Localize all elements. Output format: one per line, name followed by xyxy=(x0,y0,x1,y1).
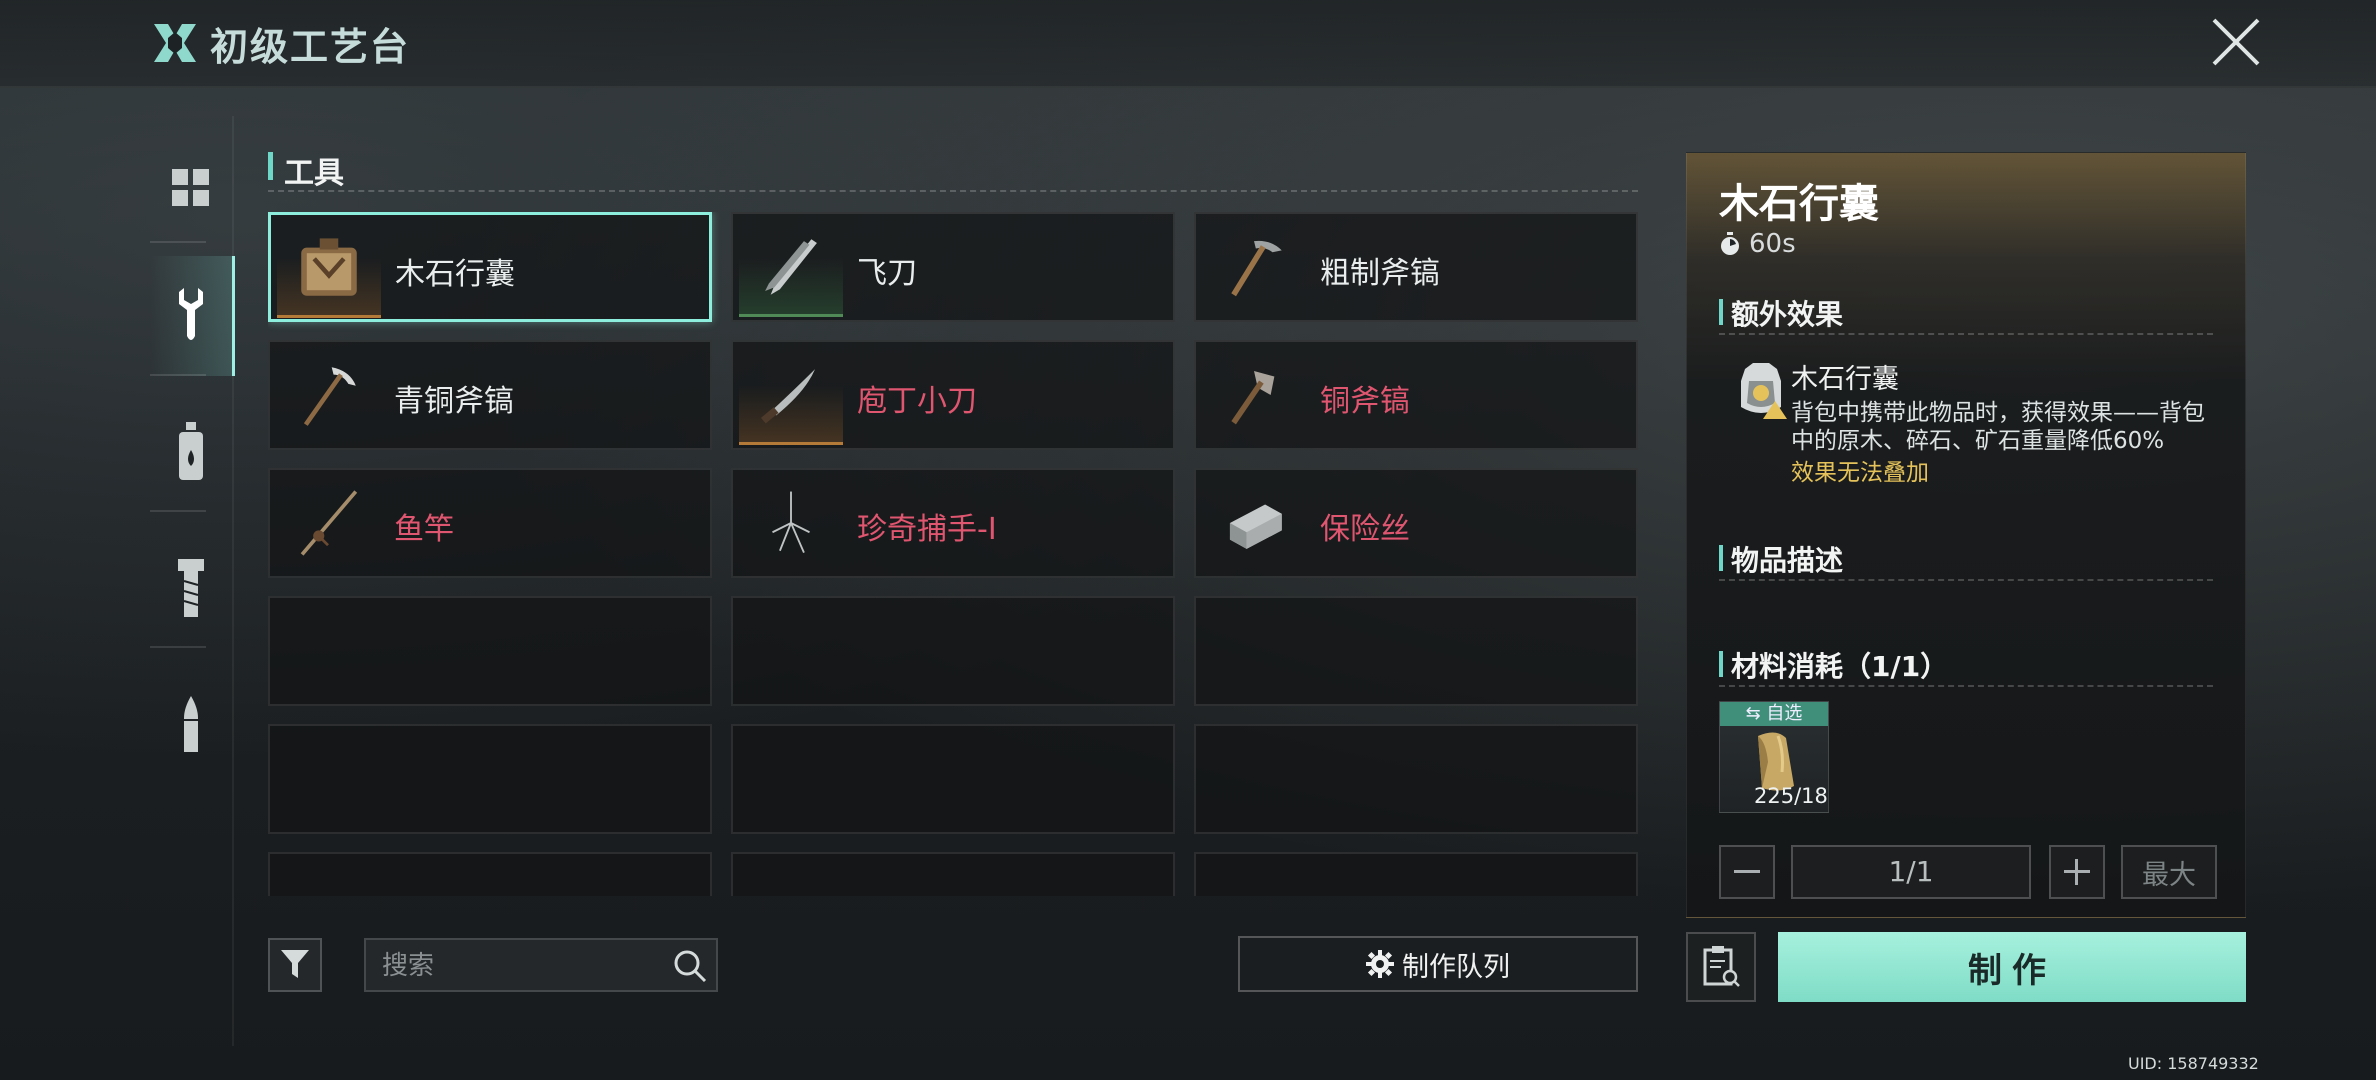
extra-effect-header: 额外效果 xyxy=(1719,293,2213,335)
user-id: UID: 158749332 xyxy=(2128,1054,2259,1073)
grid-icon xyxy=(172,169,209,206)
craft-time: 60s xyxy=(1719,229,1796,259)
stopwatch-icon xyxy=(1721,232,1739,255)
recipe-info-button[interactable] xyxy=(1686,932,1756,1002)
knife-icon xyxy=(739,348,843,445)
empty-slot xyxy=(1194,724,1638,834)
effect-description: 背包中携带此物品时，获得效果——背包中的原木、碎石、矿石重量降低60% xyxy=(1791,400,2205,454)
recipe-card[interactable]: 青铜斧镐 xyxy=(268,340,712,450)
craft-queue-label: 制作队列 xyxy=(1402,951,1510,983)
craft-time-value: 60s xyxy=(1749,229,1796,259)
search-box xyxy=(364,938,718,992)
materials-heading: 材料消耗（1/1） xyxy=(1731,650,1949,683)
recipe-name: 飞刀 xyxy=(857,256,917,291)
section-header: 工具 xyxy=(268,148,1638,192)
item-description-heading: 物品描述 xyxy=(1731,544,1844,577)
recipe-card[interactable]: 铜斧镐 xyxy=(1194,340,1638,450)
section-accent xyxy=(1719,299,1723,325)
nav-parts[interactable] xyxy=(150,528,232,648)
workbench-logo-icon xyxy=(154,24,196,62)
nav-tools[interactable] xyxy=(150,256,235,376)
recipe-name: 粗制斧镐 xyxy=(1320,256,1440,291)
recipe-name: 珍奇捕手-I xyxy=(857,512,997,547)
recipe-name: 铜斧镐 xyxy=(1320,384,1410,419)
nav-divider xyxy=(150,241,206,243)
section-accent xyxy=(268,152,273,180)
filter-button[interactable] xyxy=(268,938,322,992)
recipe-grid: 木石行囊 飞刀 粗制斧镐青铜斧镐 庖丁小刀 铜斧镐鱼竿 珍奇捕手-I 保险丝 xyxy=(268,212,1638,896)
search-icon[interactable] xyxy=(672,948,708,984)
recipe-card[interactable]: 飞刀 xyxy=(731,212,1175,322)
item-detail-panel: 木石行囊 60s 额外效果 木石行囊 背包中携带此物品时，获得效果——背包中的原… xyxy=(1686,152,2246,918)
nav-divider xyxy=(150,374,206,376)
decrease-button[interactable] xyxy=(1719,845,1775,899)
recipe-card[interactable]: 木石行囊 xyxy=(268,212,712,322)
minus-icon xyxy=(1734,870,1760,873)
fishing-rod-icon xyxy=(276,476,380,570)
quantity-field[interactable]: 1/1 xyxy=(1791,845,2031,899)
recipe-card[interactable]: 保险丝 xyxy=(1194,468,1638,578)
trap-icon xyxy=(739,476,843,570)
recipe-card[interactable]: 鱼竿 xyxy=(268,468,712,578)
nav-divider xyxy=(150,510,206,512)
recipe-name: 木石行囊 xyxy=(395,257,515,292)
recipe-card[interactable]: 珍奇捕手-I xyxy=(731,468,1175,578)
material-count: 225/18 xyxy=(1754,784,1828,808)
bottle-icon xyxy=(179,422,203,480)
page-title: 初级工艺台 xyxy=(210,25,411,69)
materials-header: 材料消耗（1/1） xyxy=(1719,645,2213,687)
recipe-name: 青铜斧镐 xyxy=(394,384,514,419)
top-bar: 初级工艺台 xyxy=(0,0,2376,88)
nav-divider xyxy=(150,646,206,648)
recipe-card[interactable]: 庖丁小刀 xyxy=(731,340,1175,450)
wrench-icon xyxy=(179,288,203,340)
recipe-name: 鱼竿 xyxy=(394,512,454,547)
nav-ammo[interactable] xyxy=(150,664,232,784)
craft-queue-button[interactable]: 制作队列 xyxy=(1238,936,1638,992)
category-nav xyxy=(150,116,235,1046)
empty-slot xyxy=(268,724,712,834)
nav-all[interactable] xyxy=(150,128,232,248)
effect-name: 木石行囊 xyxy=(1791,364,1899,395)
section-accent xyxy=(1719,651,1723,677)
empty-slot xyxy=(731,724,1175,834)
nav-consumables[interactable] xyxy=(150,392,232,512)
empty-slot xyxy=(1194,596,1638,706)
fuse-icon xyxy=(1202,476,1306,570)
bolt-icon xyxy=(178,559,204,617)
section-title: 工具 xyxy=(284,156,344,191)
throwing-knife-icon xyxy=(739,220,843,317)
buff-bag-icon xyxy=(1741,363,1787,419)
item-title: 木石行囊 xyxy=(1719,181,1879,227)
recipe-name: 庖丁小刀 xyxy=(857,384,977,419)
empty-slot xyxy=(731,596,1175,706)
effect-note: 效果无法叠加 xyxy=(1791,460,1929,486)
copper-axe-icon xyxy=(1202,348,1306,442)
section-accent xyxy=(1719,545,1723,571)
craft-button[interactable]: 制作 xyxy=(1778,932,2246,1002)
crafting-screen: 初级工艺台 工具 木石行囊 飞刀 粗制斧镐 青铜斧镐 庖丁小刀 铜斧镐 鱼竿 珍… xyxy=(0,0,2376,1080)
bullet-icon xyxy=(184,696,198,752)
clipboard-search-icon xyxy=(1703,946,1740,987)
backpack-icon xyxy=(277,221,381,318)
search-input[interactable] xyxy=(380,948,654,984)
extra-effect-heading: 额外效果 xyxy=(1731,298,1844,331)
empty-slot xyxy=(1194,852,1638,896)
max-button[interactable]: 最大 xyxy=(2121,845,2217,899)
pickaxe-icon xyxy=(1202,220,1306,314)
filter-icon xyxy=(281,950,309,978)
plus-icon xyxy=(2064,859,2090,885)
close-icon[interactable] xyxy=(2208,14,2264,70)
material-slot[interactable]: ⇆ 自选 225/18 xyxy=(1719,701,1829,813)
gear-icon xyxy=(1366,950,1394,978)
increase-button[interactable] xyxy=(2049,845,2105,899)
bronze-pickaxe-icon xyxy=(276,348,380,442)
empty-slot xyxy=(268,596,712,706)
recipe-card[interactable]: 粗制斧镐 xyxy=(1194,212,1638,322)
empty-slot xyxy=(731,852,1175,896)
recipe-name: 保险丝 xyxy=(1320,512,1410,547)
empty-slot xyxy=(268,852,712,896)
item-description-header: 物品描述 xyxy=(1719,539,2213,581)
